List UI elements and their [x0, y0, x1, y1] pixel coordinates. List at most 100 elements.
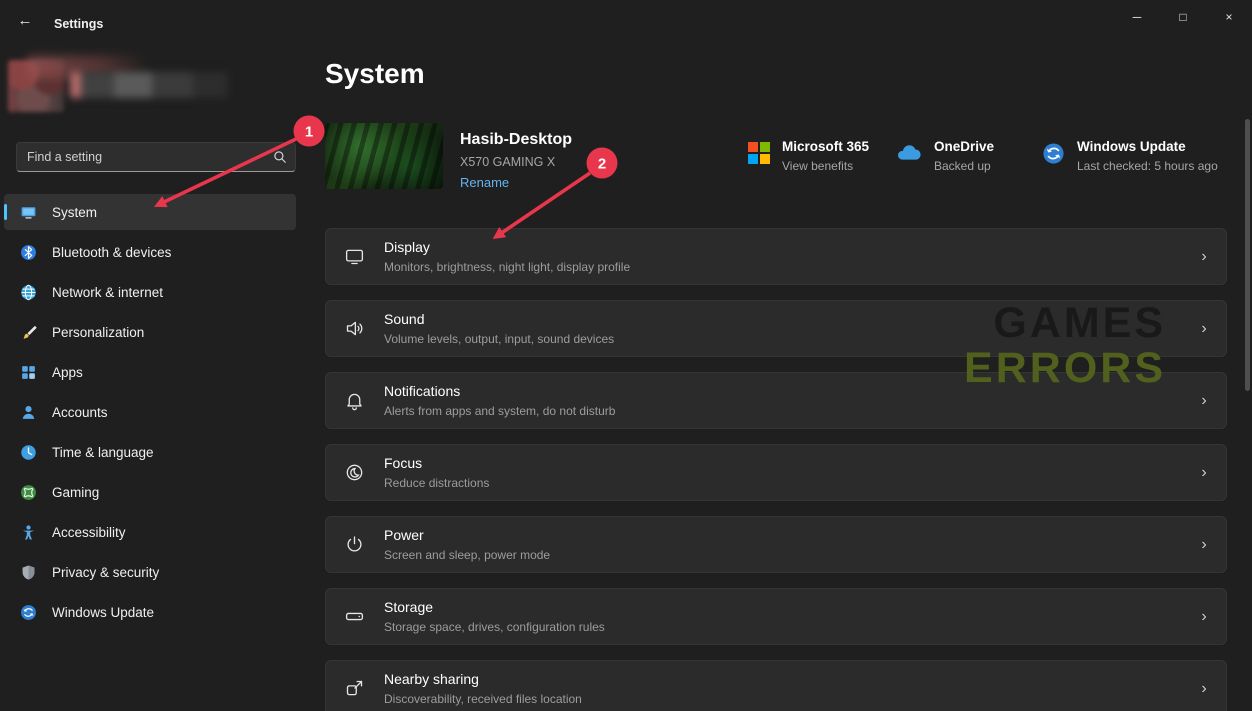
titlebar: ← Settings ─ □ ×	[0, 0, 1252, 36]
tile-subtitle[interactable]: View benefits	[782, 159, 869, 173]
card-subtitle: Screen and sleep, power mode	[384, 548, 1182, 562]
display-icon	[326, 246, 382, 267]
selected-indicator	[4, 204, 7, 220]
display-card[interactable]: Display Monitors, brightness, night ligh…	[325, 228, 1227, 285]
card-subtitle: Reduce distractions	[384, 476, 1182, 490]
notifications-bell-icon	[326, 390, 382, 411]
maximize-button[interactable]: □	[1160, 0, 1206, 33]
tile-title: Windows Update	[1077, 139, 1218, 154]
desktop-wallpaper-thumbnail	[325, 123, 443, 189]
time-language-clock-icon	[20, 444, 37, 461]
focus-card[interactable]: Focus Reduce distractions ›	[325, 444, 1227, 501]
nearby-sharing-icon	[326, 678, 382, 699]
card-title: Display	[384, 239, 1182, 255]
notifications-card[interactable]: Notifications Alerts from apps and syste…	[325, 372, 1227, 429]
windows-update-icon	[20, 604, 37, 621]
tile-title: OneDrive	[934, 139, 994, 154]
sound-speaker-icon	[326, 318, 382, 339]
step-2-badge	[587, 148, 618, 179]
card-subtitle: Discoverability, received files location	[384, 692, 1182, 706]
card-subtitle: Storage space, drives, configuration rul…	[384, 620, 1182, 634]
personalization-brush-icon	[20, 324, 37, 341]
storage-card[interactable]: Storage Storage space, drives, configura…	[325, 588, 1227, 645]
network-globe-icon	[20, 284, 37, 301]
sidebar-item-windows-update[interactable]: Windows Update	[4, 594, 296, 630]
sidebar-item-label: Accounts	[52, 405, 108, 420]
window-controls: ─ □ ×	[1114, 0, 1252, 33]
system-monitor-icon	[20, 204, 37, 221]
sidebar-nav: System Bluetooth & devices Network & int…	[4, 194, 296, 634]
card-subtitle: Monitors, brightness, night light, displ…	[384, 260, 1182, 274]
search-icon[interactable]	[265, 150, 295, 164]
nearby-sharing-card[interactable]: Nearby sharing Discoverability, received…	[325, 660, 1227, 711]
blurred-username	[70, 72, 228, 98]
card-subtitle: Alerts from apps and system, do not dist…	[384, 404, 1182, 418]
page-title: System	[325, 58, 425, 90]
gaming-xbox-icon	[20, 484, 37, 501]
chevron-right-icon: ›	[1182, 248, 1226, 266]
sidebar-item-label: Apps	[52, 365, 83, 380]
sidebar-item-accessibility[interactable]: Accessibility	[4, 514, 296, 550]
storage-drive-icon	[326, 606, 382, 627]
card-title: Notifications	[384, 383, 1182, 399]
sidebar-item-label: Network & internet	[52, 285, 163, 300]
power-icon	[326, 534, 382, 555]
sidebar-item-bluetooth-devices[interactable]: Bluetooth & devices	[4, 234, 296, 270]
back-button[interactable]: ←	[10, 8, 40, 32]
rename-link[interactable]: Rename	[460, 175, 572, 190]
windows-update-tile[interactable]: Windows Update Last checked: 5 hours ago	[1042, 139, 1218, 173]
device-name: Hasib-Desktop	[460, 131, 572, 149]
sidebar-item-privacy-security[interactable]: Privacy & security	[4, 554, 296, 590]
card-title: Sound	[384, 311, 1182, 327]
sidebar-item-label: Bluetooth & devices	[52, 245, 171, 260]
settings-card-list: Display Monitors, brightness, night ligh…	[325, 228, 1227, 711]
card-title: Nearby sharing	[384, 671, 1182, 687]
apps-grid-icon	[20, 364, 37, 381]
tile-title: Microsoft 365	[782, 139, 869, 154]
chevron-right-icon: ›	[1182, 320, 1226, 338]
privacy-shield-icon	[20, 564, 37, 581]
chevron-right-icon: ›	[1182, 392, 1226, 410]
window-title: Settings	[54, 17, 103, 31]
sidebar-item-label: Personalization	[52, 325, 144, 340]
tile-subtitle: Last checked: 5 hours ago	[1077, 159, 1218, 173]
sound-card[interactable]: Sound Volume levels, output, input, soun…	[325, 300, 1227, 357]
microsoft-365-tile[interactable]: Microsoft 365 View benefits	[748, 139, 869, 173]
onedrive-tile[interactable]: OneDrive Backed up	[896, 139, 994, 173]
card-title: Power	[384, 527, 1182, 543]
windows-update-icon	[1042, 142, 1065, 165]
focus-moon-icon	[326, 462, 382, 483]
sidebar-item-label: Privacy & security	[52, 565, 159, 580]
onedrive-cloud-icon	[896, 142, 922, 162]
chevron-right-icon: ›	[1182, 608, 1226, 626]
vertical-scrollbar[interactable]	[1245, 119, 1250, 391]
sidebar-item-network-internet[interactable]: Network & internet	[4, 274, 296, 310]
user-profile-blurred[interactable]	[8, 56, 234, 112]
minimize-button[interactable]: ─	[1114, 0, 1160, 33]
step-1-badge	[294, 116, 325, 147]
sidebar-item-label: System	[52, 205, 97, 220]
tile-subtitle: Backed up	[934, 159, 994, 173]
microsoft-365-icon	[748, 142, 770, 164]
device-model: X570 GAMING X	[460, 155, 572, 169]
chevron-right-icon: ›	[1182, 536, 1226, 554]
sidebar-item-system[interactable]: System	[4, 194, 296, 230]
close-button[interactable]: ×	[1206, 0, 1252, 33]
card-title: Storage	[384, 599, 1182, 615]
card-title: Focus	[384, 455, 1182, 471]
sidebar-item-label: Gaming	[52, 485, 99, 500]
bluetooth-icon	[20, 244, 37, 261]
sidebar-item-accounts[interactable]: Accounts	[4, 394, 296, 430]
sidebar-item-apps[interactable]: Apps	[4, 354, 296, 390]
chevron-right-icon: ›	[1182, 680, 1226, 698]
power-card[interactable]: Power Screen and sleep, power mode ›	[325, 516, 1227, 573]
chevron-right-icon: ›	[1182, 464, 1226, 482]
sidebar-item-gaming[interactable]: Gaming	[4, 474, 296, 510]
search-input[interactable]	[17, 143, 265, 171]
step-1-label: 1	[305, 124, 313, 141]
settings-window: ← Settings ─ □ × System	[0, 0, 1252, 711]
sidebar-item-time-language[interactable]: Time & language	[4, 434, 296, 470]
sidebar-item-label: Windows Update	[52, 605, 154, 620]
sidebar-item-personalization[interactable]: Personalization	[4, 314, 296, 350]
step-2-label: 2	[598, 156, 606, 173]
